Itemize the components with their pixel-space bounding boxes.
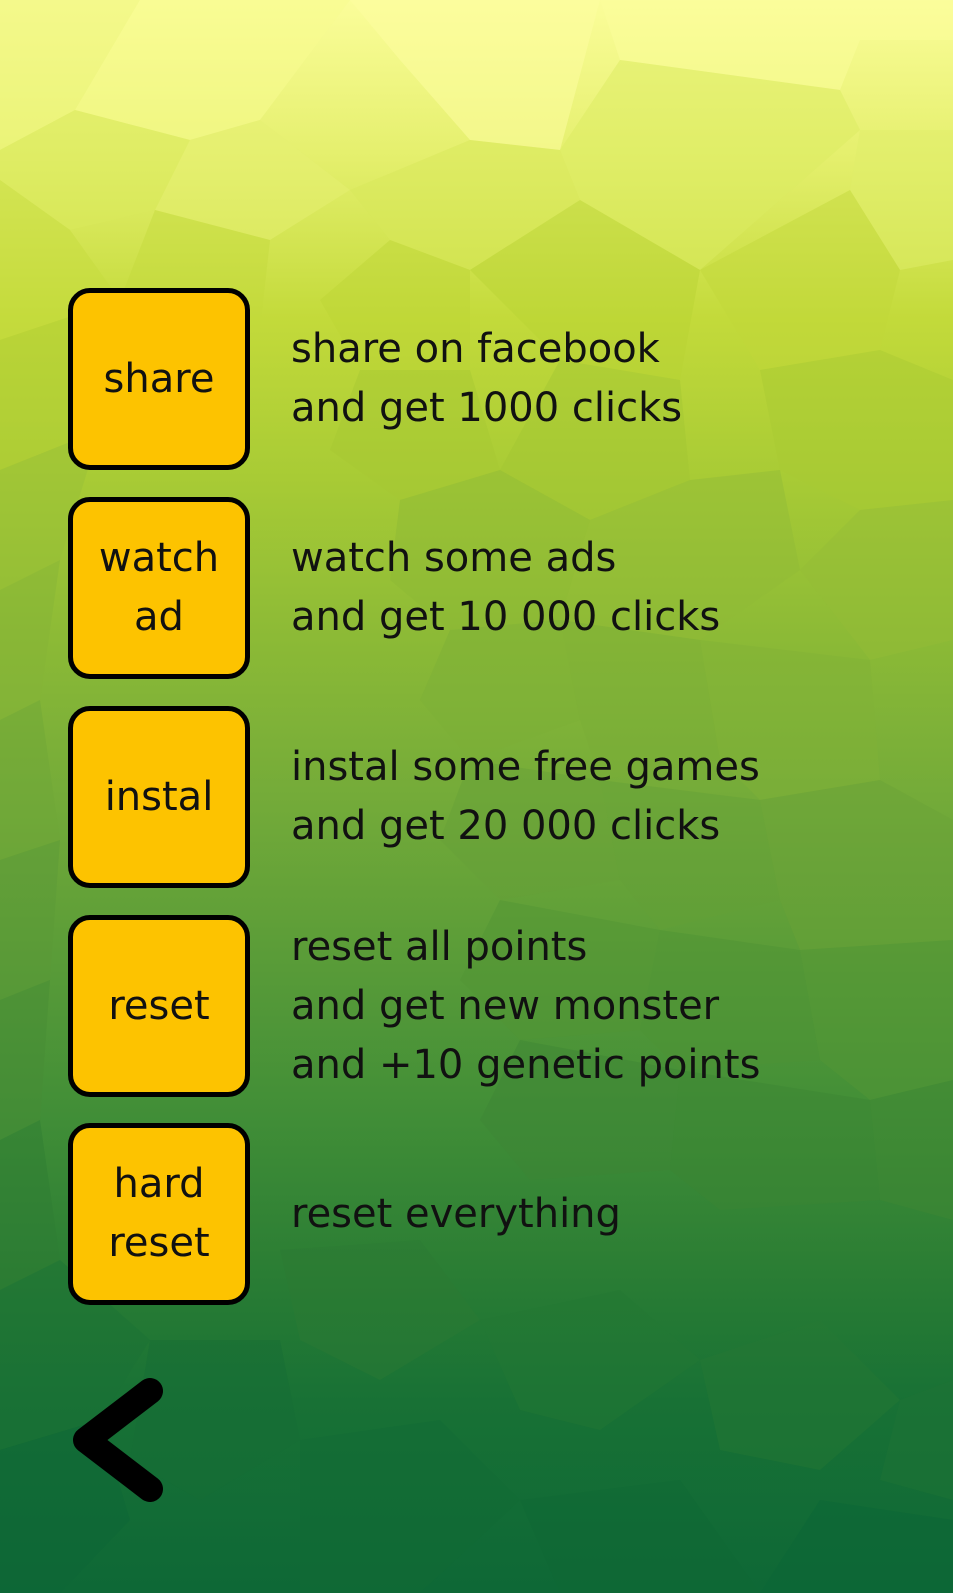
chevron-left-icon (73, 1378, 163, 1502)
description-line: instal some free games (291, 744, 760, 790)
instal-button[interactable]: instal (68, 706, 250, 888)
description-line: reset everything (291, 1190, 621, 1237)
watch-ad-description: watch some ads and get 10 000 clicks (291, 497, 720, 679)
description-line: share on facebook (291, 326, 660, 372)
share-description: share on facebook and get 1000 clicks (291, 288, 682, 470)
watch-ad-button[interactable]: watch ad (68, 497, 250, 679)
option-row-instal: instal instal some free games and get 20… (68, 706, 928, 888)
reset-description: reset all points and get new monster and… (291, 915, 760, 1097)
option-row-share: share share on facebook and get 1000 cli… (68, 288, 928, 470)
description-line: and get new monster (291, 982, 720, 1029)
description-line: and get 20 000 clicks (291, 803, 721, 849)
hard-reset-description: reset everything (291, 1123, 621, 1305)
option-row-hard-reset: hard reset reset everything (68, 1123, 928, 1305)
description-line: and +10 genetic points (291, 1041, 761, 1088)
share-button[interactable]: share (68, 288, 250, 470)
description-line: reset all points (291, 923, 588, 970)
hard-reset-button[interactable]: hard reset (68, 1123, 250, 1305)
option-row-reset: reset reset all points and get new monst… (68, 915, 928, 1097)
instal-description: instal some free games and get 20 000 cl… (291, 706, 760, 888)
back-button[interactable] (62, 1376, 172, 1506)
description-line: watch some ads (291, 535, 617, 581)
option-row-watch-ad: watch ad watch some ads and get 10 000 c… (68, 497, 928, 679)
description-line: and get 10 000 clicks (291, 594, 721, 640)
reset-button[interactable]: reset (68, 915, 250, 1097)
description-line: and get 1000 clicks (291, 385, 683, 431)
